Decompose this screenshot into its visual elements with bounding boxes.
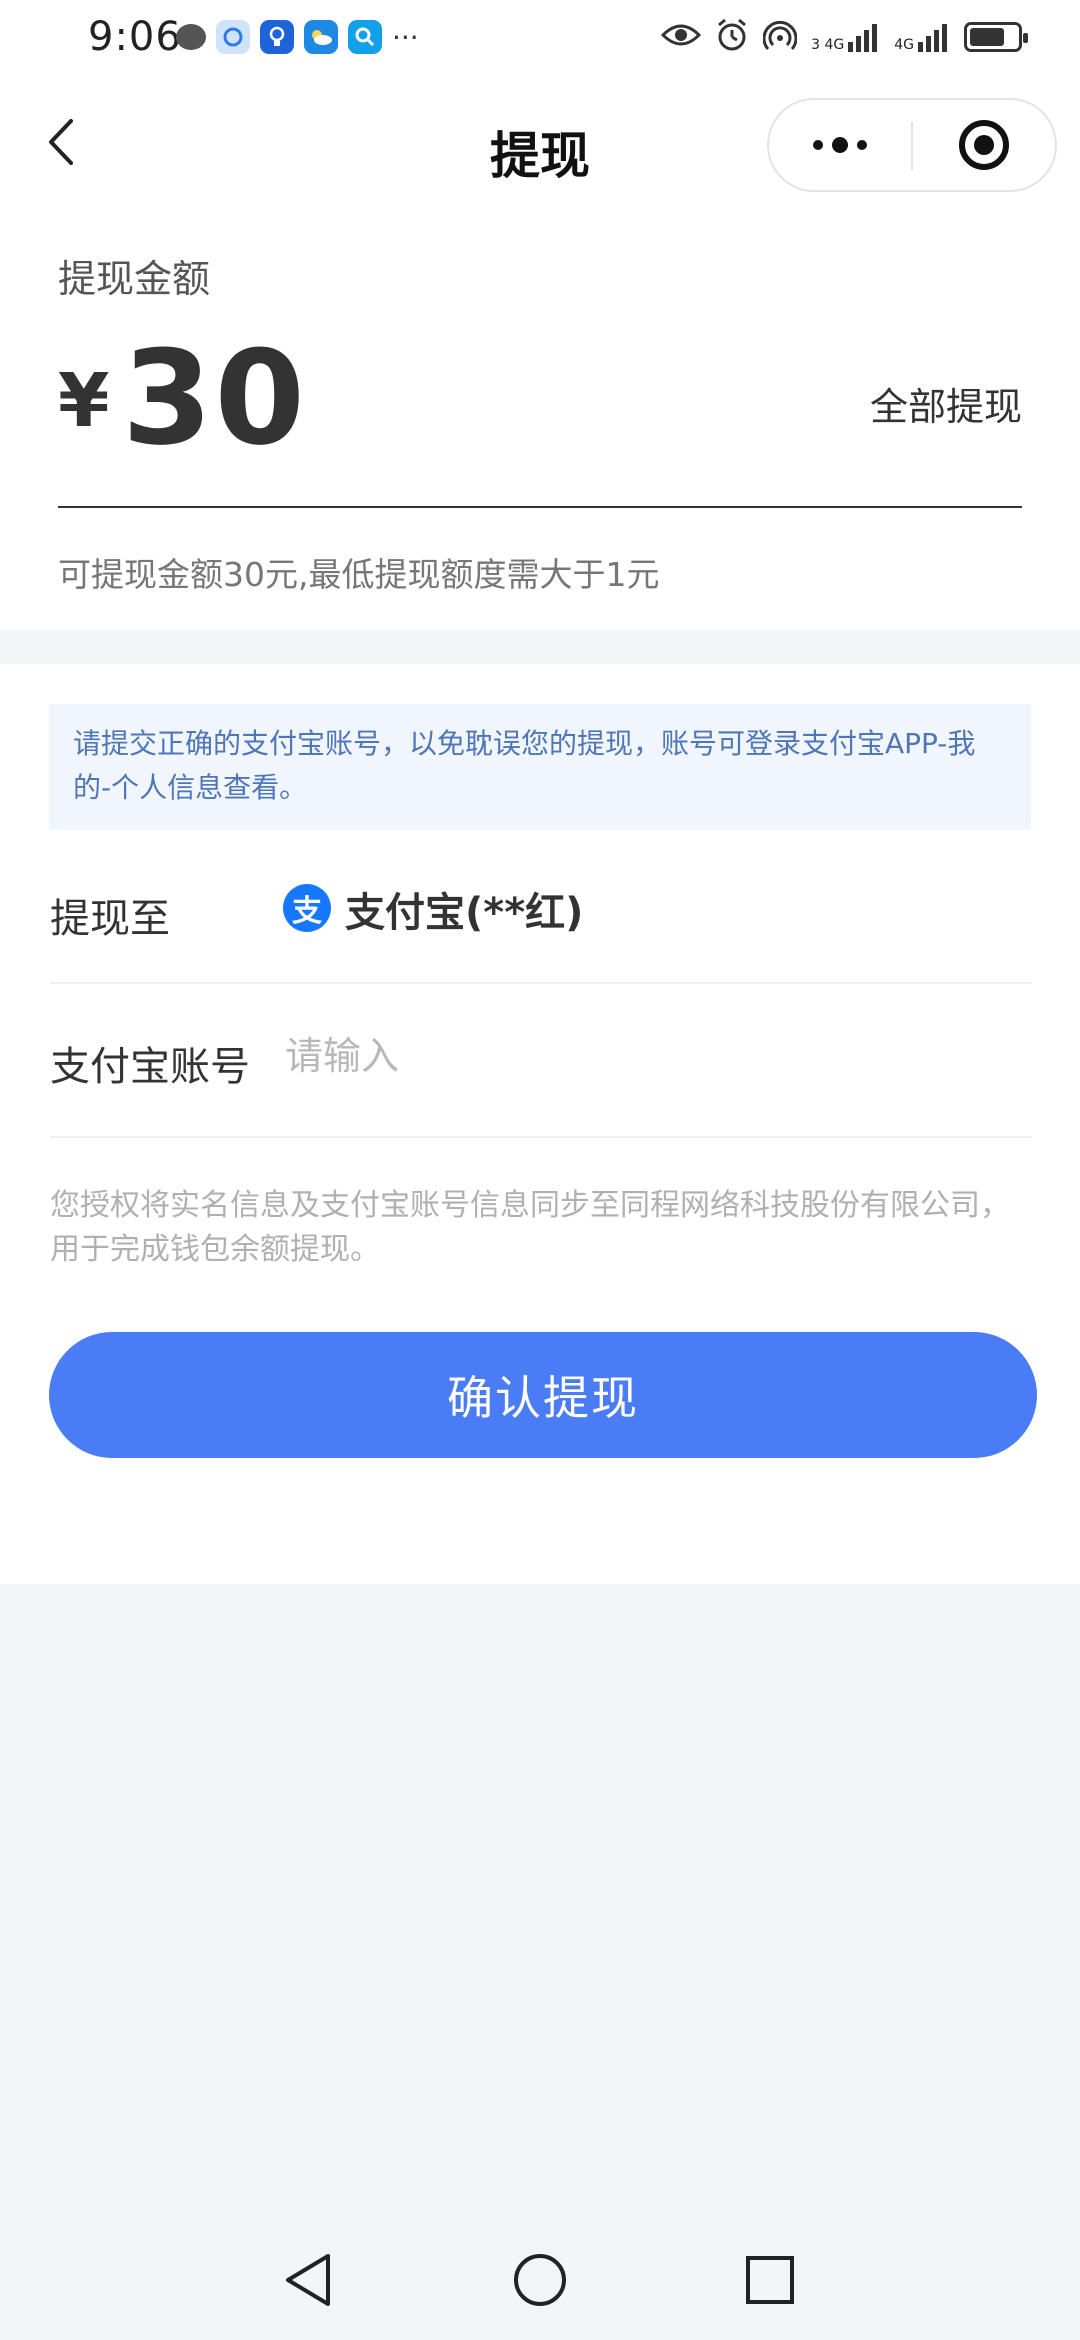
sim-1-network: 3 4G — [811, 38, 844, 52]
withdraw-all-button[interactable]: 全部提现 — [870, 376, 1022, 431]
nav-home-button[interactable] — [510, 2250, 570, 2310]
system-status-icons: 3 4G 4G — [660, 18, 1028, 56]
message-icon — [176, 24, 206, 50]
alipay-account-label: 支付宝账号 — [50, 1044, 250, 1090]
nav-bar: 提现 — [0, 80, 1080, 212]
notification-icons: ··· — [176, 20, 419, 54]
alipay-account-name: 支付宝(**红) — [345, 890, 584, 936]
system-nav-bar — [0, 2220, 1080, 2340]
search-app-icon — [348, 20, 382, 54]
signal-icon: 3 4G — [811, 22, 880, 52]
miniprogram-capsule — [767, 98, 1057, 192]
amount-value[interactable]: 30 — [122, 322, 307, 474]
amount-hint: 可提现金额30元,最低提现额度需大于1元 — [58, 555, 660, 594]
consent-text: 您授权将实名信息及支付宝账号信息同步至同程网络科技股份有限公司，用于完成钱包余额… — [50, 1188, 1010, 1267]
more-button[interactable] — [769, 100, 911, 190]
account-notice: 请提交正确的支付宝账号，以免耽误您的提现，账号可登录支付宝APP-我的-个人信息… — [49, 704, 1031, 830]
browser-icon — [216, 20, 250, 54]
currency-symbol: ¥ — [58, 358, 110, 444]
eye-icon — [660, 21, 702, 53]
more-notifications-indicator: ··· — [392, 20, 419, 54]
alipay-icon: 支 — [283, 884, 331, 932]
status-time: 9:06 — [88, 14, 182, 60]
nav-recents-button[interactable] — [740, 2250, 800, 2310]
signal-icon: 4G — [894, 22, 950, 52]
status-bar: 9:06 ··· 3 4G 4G — [0, 0, 1080, 80]
hotspot-icon — [762, 18, 798, 56]
target-icon — [959, 120, 1009, 170]
circle-home-icon — [514, 2254, 566, 2306]
battery-icon — [964, 22, 1028, 52]
confirm-withdraw-button[interactable]: 确认提现 — [49, 1332, 1037, 1458]
alarm-icon — [715, 18, 749, 56]
nav-back-button[interactable] — [278, 2250, 338, 2310]
more-dots-icon — [813, 137, 867, 153]
amount-underline — [58, 506, 1022, 508]
close-miniprogram-button[interactable] — [913, 100, 1055, 190]
network-type: 4G — [824, 37, 845, 53]
withdraw-form: 请提交正确的支付宝账号，以免耽误您的提现，账号可登录支付宝APP-我的-个人信息… — [0, 664, 1080, 1584]
row-divider — [50, 982, 1032, 984]
weather-icon — [304, 20, 338, 54]
square-recents-icon — [746, 2256, 794, 2304]
network-type: 4G — [894, 37, 914, 53]
amount-label: 提现金额 — [58, 257, 211, 301]
triangle-back-icon — [286, 2254, 330, 2306]
bulb-app-icon — [260, 20, 294, 54]
withdraw-to-label: 提现至 — [50, 896, 170, 942]
sim-number: 3 — [811, 37, 821, 53]
amount-section: 提现金额 ¥ 30 全部提现 可提现金额30元,最低提现额度需大于1元 — [0, 212, 1080, 630]
row-divider — [50, 1136, 1032, 1138]
alipay-account-input[interactable] — [285, 1026, 1025, 1086]
